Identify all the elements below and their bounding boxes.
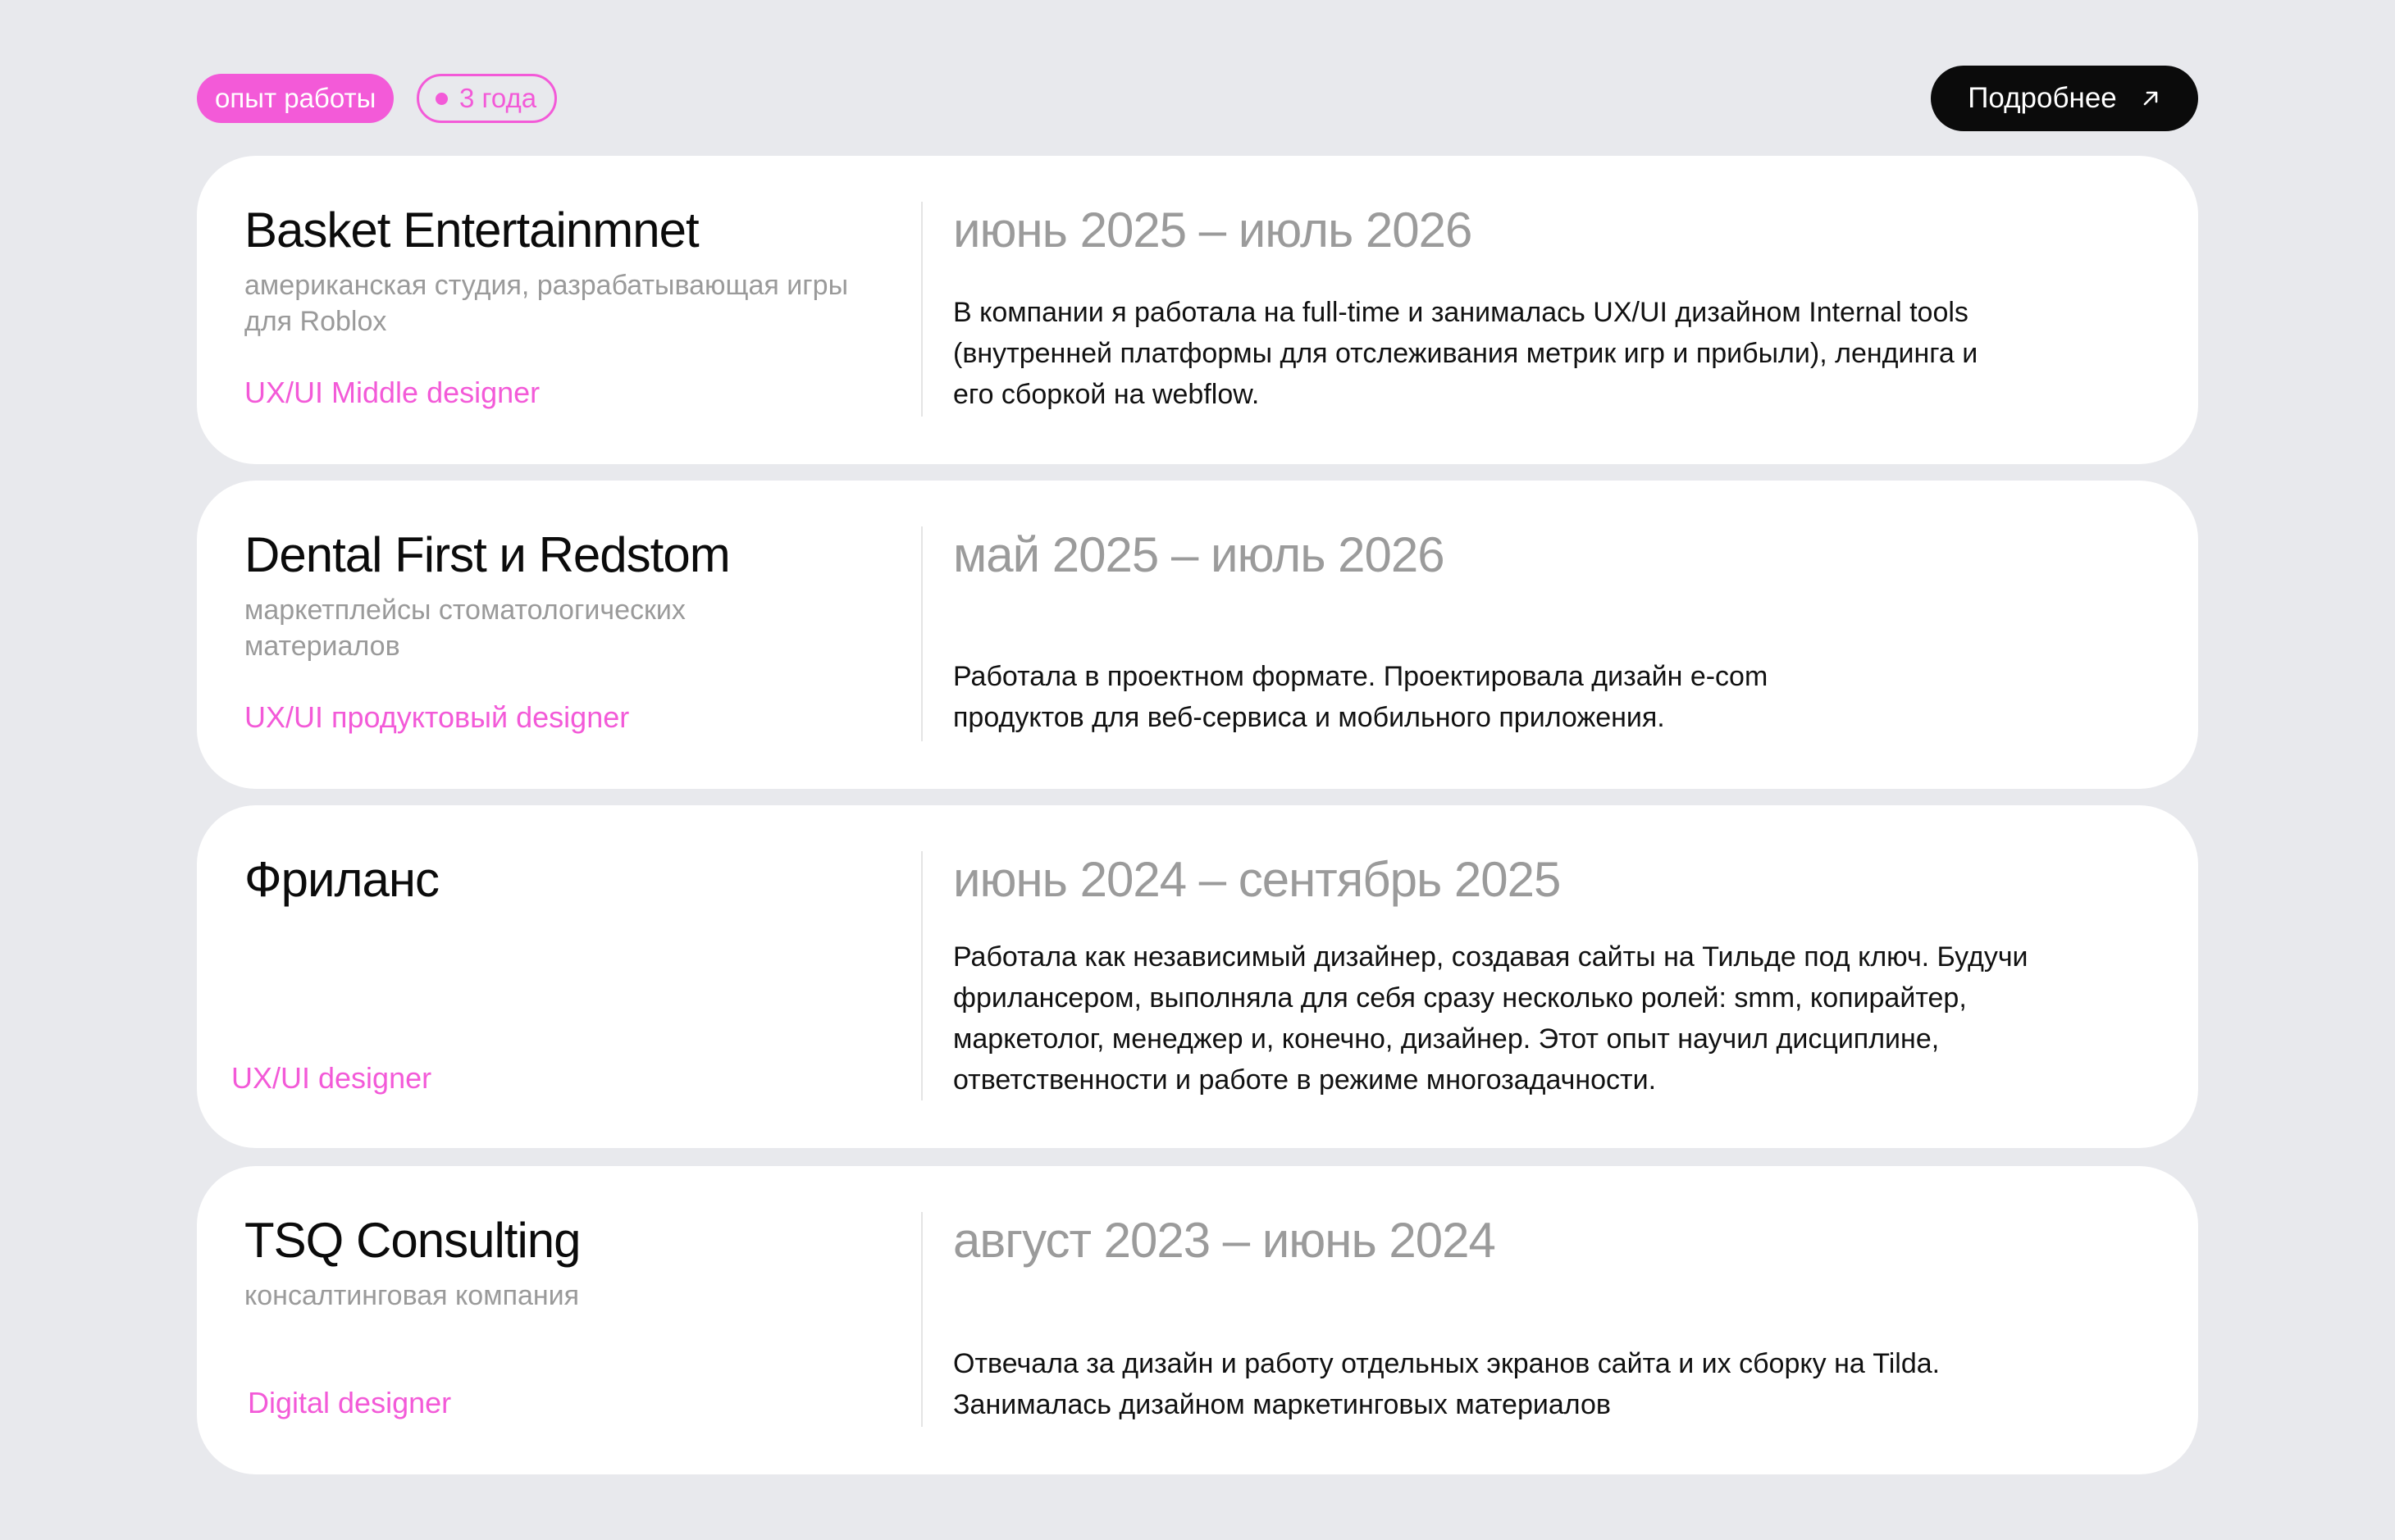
duration-tag: 3 года bbox=[417, 74, 558, 123]
job-role: UX/UI Middle designer bbox=[244, 376, 541, 409]
job-description: Работала как независимый дизайнер, созда… bbox=[953, 941, 2028, 1096]
company-name: TSQ Consulting bbox=[244, 1213, 582, 1268]
divider bbox=[921, 202, 923, 417]
company-description: американская студия, разрабатывающая игр… bbox=[244, 270, 849, 337]
job-role: UX/UI продуктовый designer bbox=[244, 700, 630, 734]
divider bbox=[921, 1212, 923, 1427]
more-button[interactable]: Подробнее bbox=[1931, 66, 2198, 131]
section-tag: опыт работы bbox=[197, 74, 395, 123]
section-header: опыт работы 3 года Подробнее bbox=[197, 66, 2198, 131]
job-period: май 2025 – июль 2026 bbox=[953, 527, 1445, 582]
company-description: консалтинговая компания bbox=[244, 1280, 580, 1311]
company-name: Dental First и Redstom bbox=[244, 527, 731, 582]
job-card: TSQ Consulting консалтинговая компания D… bbox=[197, 1166, 2198, 1474]
job-role: Digital designer bbox=[248, 1386, 452, 1419]
job-period: август 2023 – июнь 2024 bbox=[953, 1213, 1496, 1268]
job-card: Dental First и Redstom маркетплейсы стом… bbox=[197, 481, 2198, 789]
job-card: Фриланс UX/UI designer июнь 2024 – сентя… bbox=[197, 805, 2198, 1148]
experience-page: опыт работы 3 года Подробнее Basket Ente… bbox=[0, 0, 2395, 1540]
company-name: Фриланс bbox=[244, 852, 440, 907]
more-button-label: Подробнее bbox=[1968, 82, 2117, 114]
job-description: Работала в проектном формате. Проектиров… bbox=[953, 661, 1768, 733]
job-description: В компании я работала на full-time и зан… bbox=[953, 297, 1978, 410]
job-period: июнь 2025 – июль 2026 bbox=[953, 203, 1472, 257]
job-card: Basket Entertainmnet американская студия… bbox=[197, 156, 2198, 464]
dot-icon bbox=[436, 92, 448, 105]
arrow-up-right-icon bbox=[2143, 91, 2158, 106]
duration-label: 3 года bbox=[459, 83, 537, 113]
divider bbox=[921, 526, 923, 741]
job-description: Отвечала за дизайн и работу отдельных эк… bbox=[953, 1348, 1941, 1420]
job-period: июнь 2024 – сентябрь 2025 bbox=[953, 852, 1561, 907]
company-description: маркетплейсы стоматологических материало… bbox=[244, 595, 686, 662]
divider bbox=[921, 851, 923, 1100]
job-role: UX/UI designer bbox=[231, 1061, 432, 1095]
company-name: Basket Entertainmnet bbox=[244, 203, 700, 257]
